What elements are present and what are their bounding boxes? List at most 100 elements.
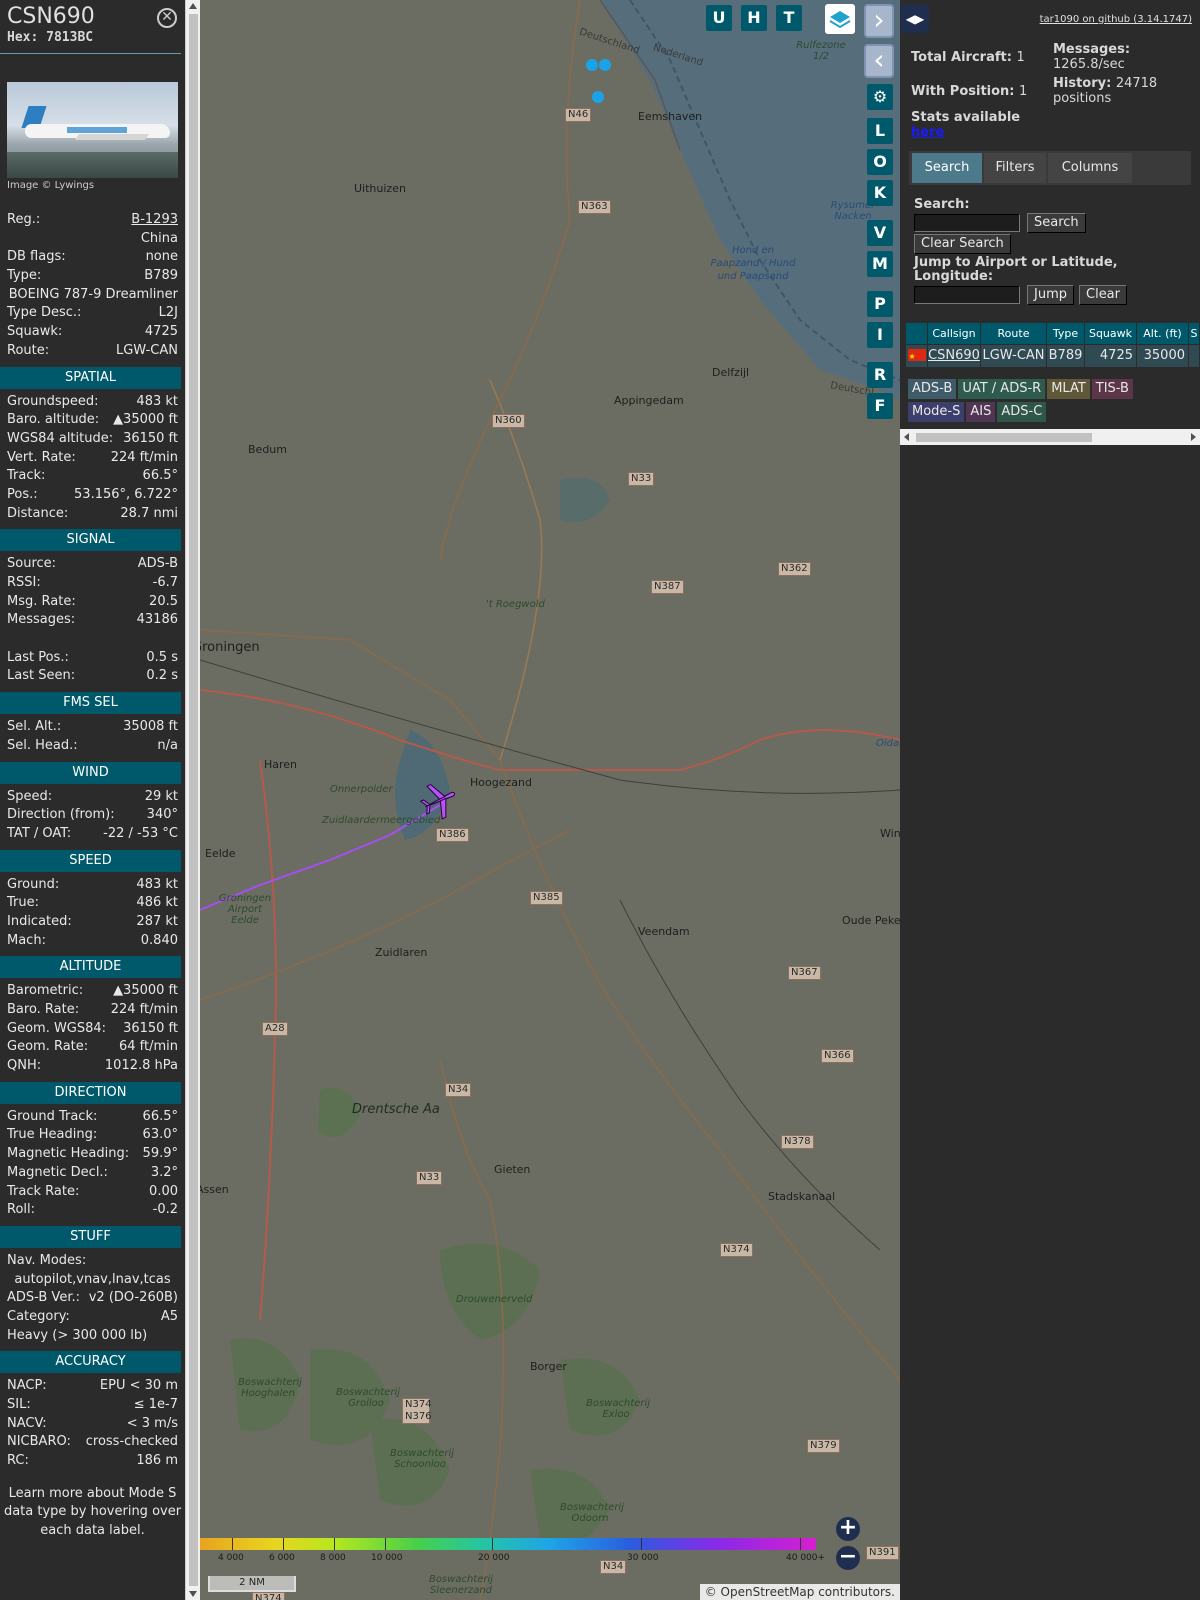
- col-header-altitude[interactable]: Alt. (ft): [1137, 323, 1189, 345]
- jump-input[interactable]: [914, 286, 1020, 304]
- table-hscrollbar[interactable]: [900, 429, 1200, 445]
- col-header-squawk[interactable]: Squawk: [1085, 323, 1137, 345]
- info-row-label[interactable]: Heavy (> 300 000 lb): [7, 1327, 147, 1346]
- info-row-label[interactable]: Source:: [7, 555, 56, 574]
- info-row-label[interactable]: TAT / OAT:: [7, 825, 71, 844]
- info-row-label[interactable]: Vert. Rate:: [7, 449, 76, 468]
- map-view[interactable]: Uithuizen Eemshaven Appingedam Delfzijl …: [200, 0, 900, 1600]
- info-row-label[interactable]: Type:: [7, 267, 41, 286]
- scroll-up-icon[interactable]: [189, 3, 197, 9]
- info-row-label[interactable]: Baro. Rate:: [7, 1001, 79, 1020]
- info-row-label[interactable]: Last Pos.:: [7, 649, 69, 668]
- info-row-label[interactable]: RC:: [7, 1452, 29, 1471]
- col-header-flag[interactable]: [906, 323, 928, 345]
- info-row-label[interactable]: NICBARO:: [7, 1433, 71, 1452]
- search-button[interactable]: Search: [1027, 213, 1086, 233]
- info-row-label[interactable]: True Heading:: [7, 1126, 97, 1145]
- info-row-label[interactable]: WGS84 altitude:: [7, 430, 113, 449]
- info-row-label[interactable]: Track:: [7, 467, 45, 486]
- info-row-label[interactable]: NACV:: [7, 1415, 47, 1434]
- info-row-label[interactable]: Magnetic Decl.:: [7, 1164, 108, 1183]
- info-row-label[interactable]: Magnetic Heading:: [7, 1145, 129, 1164]
- info-scrollbar[interactable]: [185, 0, 200, 1600]
- map-button-r[interactable]: R: [867, 362, 893, 388]
- info-row-label[interactable]: SIL:: [7, 1396, 31, 1415]
- clear-search-button[interactable]: Clear Search: [914, 234, 1011, 254]
- info-row-label[interactable]: Reg.:: [7, 211, 40, 230]
- zoom-in-button[interactable]: +: [836, 1517, 860, 1541]
- chevron-left-icon[interactable]: ‹: [864, 44, 894, 78]
- row-callsign[interactable]: CSN690: [928, 345, 981, 367]
- info-row-label[interactable]: Roll:: [7, 1201, 35, 1220]
- hscroll-thumb[interactable]: [916, 433, 1092, 442]
- info-row-label[interactable]: Direction (from):: [7, 806, 115, 825]
- info-row-label[interactable]: Pos.:: [7, 486, 38, 505]
- map-button-p[interactable]: P: [867, 291, 893, 317]
- github-link[interactable]: tar1090 on github (3.14.1747): [1040, 14, 1192, 25]
- map-button-f[interactable]: F: [867, 393, 893, 419]
- info-row-label[interactable]: Track Rate:: [7, 1183, 79, 1202]
- map-button-l[interactable]: L: [867, 118, 893, 144]
- stats-link[interactable]: here: [911, 125, 944, 140]
- expand-sidebar-icon[interactable]: ◀▶: [901, 5, 929, 33]
- layers-button[interactable]: [825, 4, 855, 34]
- info-row-label[interactable]: RSSI:: [7, 574, 41, 593]
- info-row-label[interactable]: Indicated:: [7, 913, 72, 932]
- info-row-label[interactable]: Geom. WGS84:: [7, 1020, 106, 1039]
- col-header-route[interactable]: Route: [981, 323, 1047, 345]
- info-row-label[interactable]: NACP:: [7, 1377, 47, 1396]
- info-row-label[interactable]: Ground Track:: [7, 1108, 97, 1127]
- info-row-label[interactable]: Type Desc.:: [7, 304, 81, 323]
- tab-filters[interactable]: Filters: [984, 153, 1046, 183]
- aircraft-photo[interactable]: [7, 82, 178, 178]
- info-row-label[interactable]: Squawk:: [7, 323, 62, 342]
- map-button-m[interactable]: M: [867, 251, 893, 277]
- map-button-i[interactable]: I: [867, 322, 893, 348]
- zoom-out-button[interactable]: −: [836, 1546, 860, 1570]
- info-row-label[interactable]: Baro. altitude:: [7, 411, 99, 430]
- jump-button[interactable]: Jump: [1027, 285, 1074, 305]
- map-button-o[interactable]: O: [867, 149, 893, 175]
- map-attribution[interactable]: © OpenStreetMap contributors.: [699, 1584, 900, 1600]
- info-row-label[interactable]: Speed:: [7, 788, 52, 807]
- info-row-label[interactable]: Sel. Head.:: [7, 737, 78, 756]
- chevron-right-icon[interactable]: ›: [864, 4, 894, 38]
- scroll-left-icon[interactable]: [904, 433, 909, 441]
- col-header-type[interactable]: Type: [1047, 323, 1085, 345]
- search-input[interactable]: [914, 214, 1020, 232]
- info-row-label[interactable]: DB flags:: [7, 248, 66, 267]
- info-row-label[interactable]: Sel. Alt.:: [7, 718, 61, 737]
- map-button-u[interactable]: U: [706, 5, 732, 31]
- info-row-label[interactable]: Distance:: [7, 505, 68, 524]
- map-button-t[interactable]: T: [776, 5, 802, 31]
- info-row-value[interactable]: B-1293: [131, 211, 178, 230]
- info-row-label[interactable]: Barometric:: [7, 982, 83, 1001]
- map-button-v[interactable]: V: [867, 220, 893, 246]
- info-row-label[interactable]: Category:: [7, 1308, 70, 1327]
- info-row-label[interactable]: Mach:: [7, 932, 46, 951]
- info-row-label[interactable]: Geom. Rate:: [7, 1038, 88, 1057]
- close-icon[interactable]: ✕: [157, 8, 177, 28]
- scroll-down-icon[interactable]: [189, 1591, 197, 1597]
- info-row-label[interactable]: Messages:: [7, 611, 75, 630]
- info-row-label[interactable]: Route:: [7, 342, 49, 361]
- tab-columns[interactable]: Columns: [1048, 153, 1132, 183]
- info-row-label[interactable]: Nav. Modes:: [7, 1252, 86, 1271]
- info-row-label[interactable]: QNH:: [7, 1057, 41, 1076]
- map-button-h[interactable]: H: [741, 5, 767, 31]
- info-row-label[interactable]: Groundspeed:: [7, 393, 98, 412]
- clear-jump-button[interactable]: Clear: [1079, 285, 1127, 305]
- scroll-right-icon[interactable]: [1191, 433, 1196, 441]
- map-button-k[interactable]: K: [867, 180, 893, 206]
- table-row[interactable]: CSN690 LGW-CAN B789 4725 35000: [906, 345, 1200, 367]
- info-row-label[interactable]: ADS-B Ver.:: [7, 1289, 80, 1308]
- info-row-label[interactable]: Msg. Rate:: [7, 593, 76, 612]
- col-header-speed[interactable]: S: [1189, 323, 1200, 345]
- settings-gear-icon[interactable]: ⚙: [867, 84, 893, 110]
- info-row-label[interactable]: Last Seen:: [7, 667, 75, 686]
- col-header-callsign[interactable]: Callsign: [928, 323, 981, 345]
- scroll-thumb[interactable]: [189, 14, 198, 1586]
- info-row-label[interactable]: True:: [7, 894, 39, 913]
- tab-search[interactable]: Search: [912, 153, 982, 183]
- info-row-label[interactable]: Ground:: [7, 876, 59, 895]
